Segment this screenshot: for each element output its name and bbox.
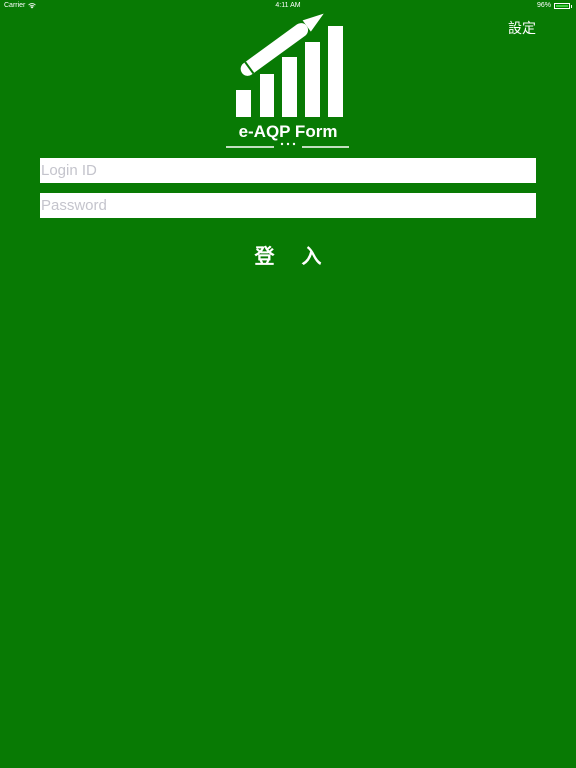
logo-bar-1 xyxy=(236,90,251,117)
logo-bar-3 xyxy=(282,57,297,117)
bar-chart-pencil-icon xyxy=(236,13,343,117)
status-right: 96% xyxy=(537,0,572,12)
battery-fill xyxy=(556,5,568,7)
logo-bar-5 xyxy=(328,26,343,117)
logo-bar-4 xyxy=(305,42,320,117)
settings-button[interactable]: 設定 xyxy=(508,19,536,37)
battery-tip xyxy=(571,4,572,8)
logo-underline xyxy=(226,142,349,148)
logo-text: e-AQP Form xyxy=(238,122,338,141)
app-logo: e-AQP Form xyxy=(220,10,356,150)
battery-percentage: 96% xyxy=(536,2,551,9)
logo-bar-2 xyxy=(260,74,274,117)
password-input[interactable] xyxy=(40,193,536,218)
login-button[interactable]: 登 入 xyxy=(238,238,338,270)
login-id-input[interactable] xyxy=(40,158,536,183)
battery-icon xyxy=(554,3,570,9)
